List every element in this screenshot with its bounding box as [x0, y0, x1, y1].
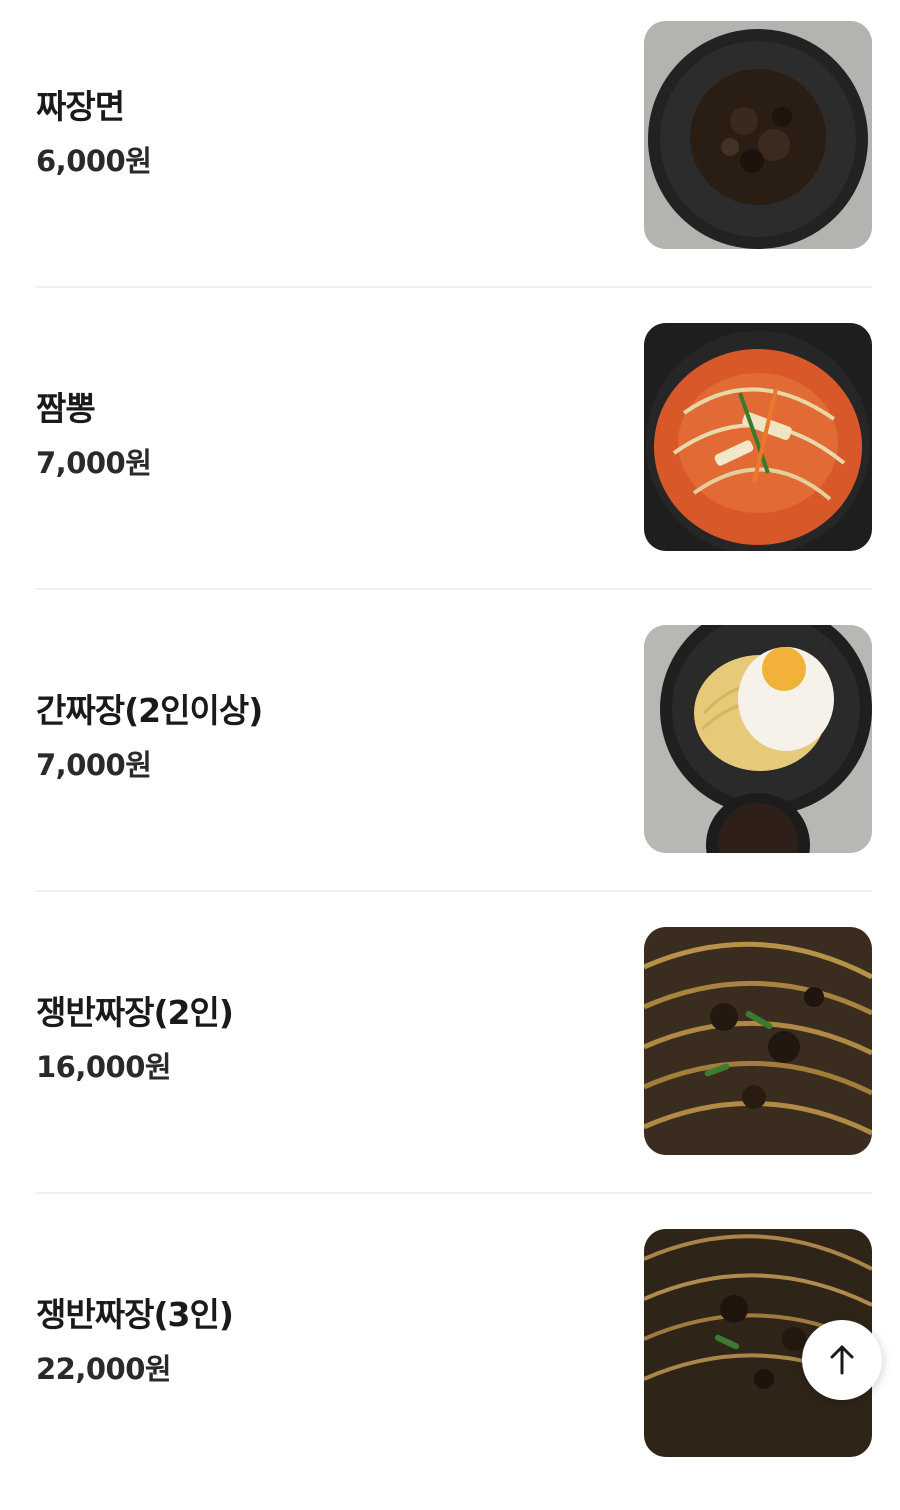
- menu-item-name: 간짜장(2인이상): [36, 691, 263, 731]
- menu-item-name: 쟁반짜장(2인): [36, 993, 234, 1033]
- menu-divider: [36, 286, 872, 288]
- menu-item-info: 쟁반짜장(2인) 16,000원: [36, 906, 596, 1172]
- menu-item-name: 짜장면: [36, 87, 125, 127]
- menu-item-price: 7,000원: [36, 747, 152, 782]
- menu-item-photo[interactable]: [644, 625, 872, 853]
- menu-item-jaengban-jjajang-2[interactable]: 쟁반짜장(2인) 16,000원: [36, 906, 872, 1208]
- menu-divider: [36, 588, 872, 590]
- jaengban-jjajang-2-photo: [644, 927, 872, 1155]
- menu-item-jjajangmyeon[interactable]: 짜장면 6,000원: [36, 0, 872, 302]
- arrow-up-icon: [830, 1345, 854, 1375]
- menu-item-price: 6,000원: [36, 143, 152, 178]
- menu-item-ganjjajang[interactable]: 간짜장(2인이상) 7,000원: [36, 604, 872, 906]
- menu-item-photo[interactable]: [644, 323, 872, 551]
- menu-divider: [36, 1192, 872, 1194]
- menu-item-price: 7,000원: [36, 445, 152, 480]
- menu-item-price: 22,000원: [36, 1351, 172, 1386]
- scroll-to-top-button[interactable]: [802, 1320, 882, 1400]
- menu-item-info: 짬뽕 7,000원: [36, 302, 596, 568]
- menu-item-photo[interactable]: [644, 21, 872, 249]
- menu-divider: [36, 890, 872, 892]
- jjamppong-photo: [644, 323, 872, 551]
- menu-item-name: 짬뽕: [36, 389, 96, 429]
- ganjjajang-photo: [644, 625, 872, 853]
- menu-item-jjamppong[interactable]: 짬뽕 7,000원: [36, 302, 872, 604]
- menu-item-info: 간짜장(2인이상) 7,000원: [36, 604, 596, 870]
- jjajangmyeon-photo: [644, 21, 872, 249]
- menu-item-info: 쟁반짜장(3인) 22,000원: [36, 1208, 596, 1474]
- menu-item-jaengban-jjajang-3[interactable]: 쟁반짜장(3인) 22,000원: [36, 1208, 872, 1510]
- menu-item-name: 쟁반짜장(3인): [36, 1295, 234, 1335]
- menu-item-price: 16,000원: [36, 1049, 172, 1084]
- menu-item-info: 짜장면 6,000원: [36, 0, 596, 266]
- menu-item-photo[interactable]: [644, 927, 872, 1155]
